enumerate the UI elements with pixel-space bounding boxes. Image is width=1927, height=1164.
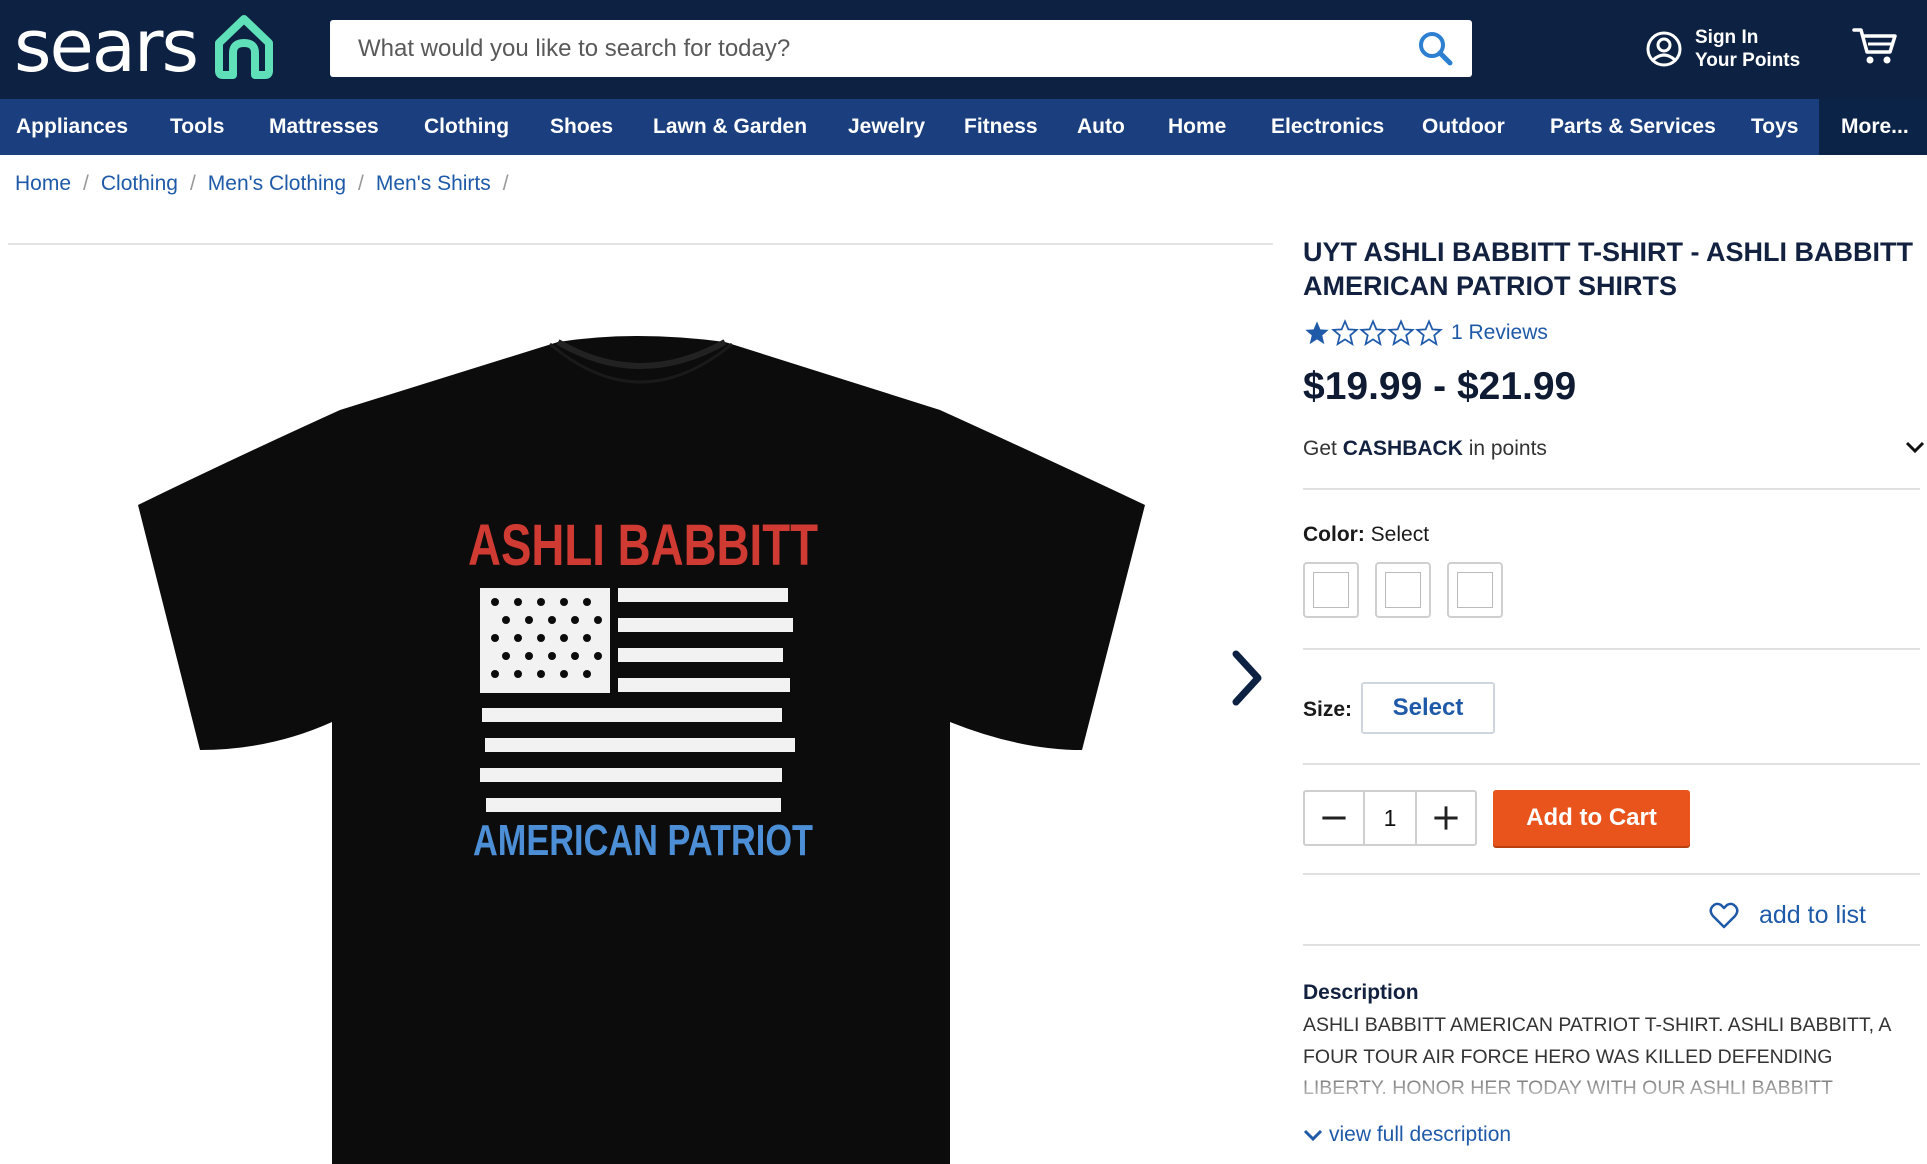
quantity-input[interactable] (1365, 792, 1415, 844)
product-title: UYT ASHLI BABBITT T-SHIRT - ASHLI BABBIT… (1303, 235, 1923, 303)
color-swatch[interactable] (1375, 562, 1431, 618)
nav-item-jewelry[interactable]: Jewelry (848, 99, 925, 155)
search-bar (330, 20, 1472, 77)
breadcrumb-home[interactable]: Home (15, 172, 71, 195)
cart-icon[interactable] (1852, 26, 1898, 66)
nav-item-more[interactable]: More... (1819, 99, 1927, 155)
broken-image-icon (1313, 572, 1349, 608)
product-title-line2: AMERICAN PATRIOT SHIRTS (1303, 271, 1677, 301)
nav-item-parts-services[interactable]: Parts & Services (1550, 99, 1716, 155)
nav-more-label: More... (1841, 115, 1909, 138)
logo-wordmark: sears (14, 4, 199, 88)
view-full-description-link[interactable]: view full description (1303, 1123, 1511, 1147)
product-title-line1: UYT ASHLI BABBITT T-SHIRT - ASHLI BABBIT… (1303, 237, 1913, 267)
breadcrumb-separator: / (83, 172, 89, 195)
broken-image-icon (1457, 572, 1493, 608)
breadcrumb: Home / Clothing / Men's Clothing / Men's Shirt… (15, 172, 521, 196)
divider (1303, 763, 1920, 765)
account-text: Sign In Your Points (1695, 26, 1800, 72)
nav-item-home[interactable]: Home (1168, 99, 1226, 155)
star-empty-icon (1331, 319, 1359, 346)
your-points-label: Your Points (1695, 50, 1801, 71)
add-to-cart-button[interactable]: Add to Cart (1493, 790, 1690, 846)
broken-image-icon (1385, 572, 1421, 608)
search-input[interactable] (330, 20, 1390, 77)
chevron-down-icon[interactable] (1903, 435, 1927, 459)
user-account-icon (1646, 31, 1682, 67)
quantity-stepper (1303, 790, 1477, 846)
add-to-list-button[interactable]: add to list (1709, 895, 1866, 935)
cashback-info: Get CASHBACK in points (1303, 437, 1547, 461)
divider (1303, 944, 1920, 946)
product-info-panel: UYT ASHLI BABBITT T-SHIRT - ASHLI BABBIT… (1303, 235, 1925, 1146)
heart-icon (1709, 902, 1739, 929)
divider (1303, 488, 1920, 490)
nav-item-auto[interactable]: Auto (1077, 99, 1125, 155)
size-select-button[interactable]: Select (1361, 682, 1495, 734)
nav-item-mattresses[interactable]: Mattresses (269, 99, 379, 155)
next-image-arrow-icon[interactable] (1228, 648, 1266, 708)
star-empty-icon (1359, 319, 1387, 346)
sign-in-label: Sign In (1695, 27, 1759, 48)
breadcrumb-clothing[interactable]: Clothing (101, 172, 178, 195)
star-filled-icon (1305, 321, 1329, 345)
shirt-top-text: ASHLI BABBITT (468, 513, 818, 578)
breadcrumb-mens-shirts[interactable]: Men's Shirts (376, 172, 491, 195)
description-title: Description (1303, 981, 1419, 1004)
chevron-down-icon (1303, 1129, 1323, 1142)
product-price: $19.99 - $21.99 (1303, 365, 1577, 408)
color-swatch[interactable] (1447, 562, 1503, 618)
star-rating: 1 Reviews (1303, 317, 1548, 349)
divider (1303, 873, 1920, 875)
nav-item-outdoor[interactable]: Outdoor (1422, 99, 1505, 155)
nav-item-tools[interactable]: Tools (170, 99, 224, 155)
color-selected-value: Select (1370, 523, 1430, 546)
nav-item-toys[interactable]: Toys (1751, 99, 1798, 155)
minus-icon[interactable] (1305, 792, 1365, 844)
nav-item-shoes[interactable]: Shoes (550, 99, 613, 155)
star-empty-icon (1387, 319, 1415, 346)
category-nav: Appliances Tools Mattresses Clothing Sho… (0, 99, 1927, 155)
cashback-suffix: in points (1462, 437, 1547, 460)
size-label: Size: (1303, 698, 1353, 721)
color-label-title: Color: (1303, 523, 1365, 546)
nav-item-lawn-garden[interactable]: Lawn & Garden (653, 99, 807, 155)
sears-logo[interactable]: sears (14, 8, 275, 84)
breadcrumb-separator: / (358, 172, 364, 195)
color-label: Color: Select (1303, 523, 1429, 547)
nav-item-electronics[interactable]: Electronics (1271, 99, 1384, 155)
color-swatch[interactable] (1303, 562, 1359, 618)
sign-in-button[interactable]: Sign In Your Points (1645, 24, 1815, 74)
breadcrumb-mens-clothing[interactable]: Men's Clothing (208, 172, 346, 195)
divider (1303, 648, 1920, 650)
breadcrumb-separator: / (502, 172, 509, 195)
cashback-bold: CASHBACK (1342, 437, 1463, 460)
add-to-list-label: add to list (1759, 900, 1867, 929)
view-full-label: view full description (1329, 1123, 1512, 1146)
site-header: sears Sign In Your Points (0, 0, 1927, 99)
breadcrumb-separator: / (189, 172, 196, 195)
reviews-link[interactable]: 1 Reviews (1451, 321, 1548, 345)
cashback-prefix: Get (1303, 437, 1343, 460)
plus-icon[interactable] (1415, 792, 1475, 844)
house-logo-icon (215, 15, 274, 79)
nav-item-clothing[interactable]: Clothing (424, 99, 509, 155)
star-empty-icon (1415, 319, 1443, 346)
divider (8, 243, 1273, 245)
shirt-bottom-text: AMERICAN PATRIOT (473, 816, 813, 865)
nav-item-fitness[interactable]: Fitness (964, 99, 1038, 155)
search-icon[interactable] (1416, 30, 1456, 68)
product-image[interactable]: ASHLI BABBITT AMERICAN PATRIOT (120, 330, 1150, 1164)
description-fade (1303, 1071, 1920, 1111)
nav-item-appliances[interactable]: Appliances (16, 99, 128, 155)
